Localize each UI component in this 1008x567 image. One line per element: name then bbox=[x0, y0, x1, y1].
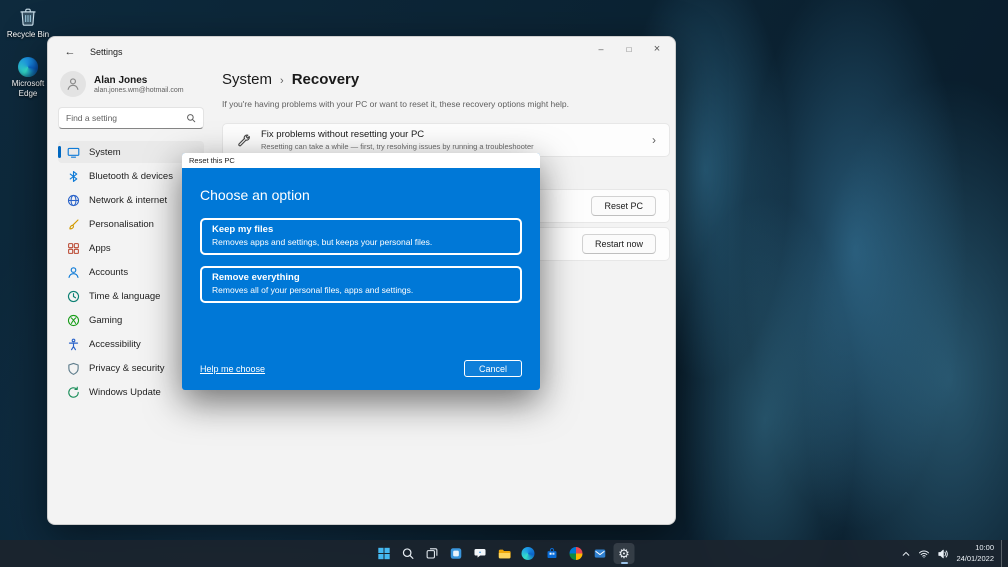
option-title: Keep my files bbox=[212, 224, 510, 236]
desktop-icon-recycle-bin[interactable]: Recycle Bin bbox=[4, 5, 52, 40]
restart-now-button[interactable]: Restart now bbox=[582, 234, 656, 254]
breadcrumb-system[interactable]: System bbox=[222, 71, 272, 88]
wifi-icon[interactable] bbox=[918, 548, 930, 560]
reset-this-pc-dialog: Reset this PC Choose an option Keep my f… bbox=[182, 153, 540, 390]
window-titlebar: Settings bbox=[48, 37, 675, 67]
sidebar-item-label: Accessibility bbox=[89, 339, 141, 350]
clock[interactable]: 10:00 24/01/2022 bbox=[956, 543, 994, 563]
account-block[interactable]: Alan Jones alan.jones.wm@hotmail.com bbox=[58, 69, 204, 107]
help-me-choose-link[interactable]: Help me choose bbox=[200, 364, 265, 374]
desktop-icon-label: Recycle Bin bbox=[7, 30, 49, 40]
user-name: Alan Jones bbox=[94, 75, 184, 86]
show-desktop-button[interactable] bbox=[1001, 540, 1004, 567]
maximize-icon[interactable] bbox=[615, 39, 643, 59]
troubleshoot-wrench-icon bbox=[236, 133, 250, 147]
desktop-icon-microsoft-edge[interactable]: Microsoft Edge bbox=[4, 57, 52, 98]
window-caption-buttons bbox=[587, 39, 671, 59]
dialog-body: Choose an option Keep my files Removes a… bbox=[182, 168, 540, 390]
edge-icon bbox=[522, 547, 535, 560]
chevron-up-icon[interactable] bbox=[901, 549, 911, 559]
dialog-footer: Help me choose Cancel bbox=[200, 360, 522, 377]
system-tray: 10:00 24/01/2022 bbox=[901, 540, 1004, 567]
taskbar: 10:00 24/01/2022 bbox=[0, 540, 1008, 567]
sidebar-item-label: Apps bbox=[89, 243, 111, 254]
display-icon bbox=[66, 145, 80, 159]
accessibility-icon bbox=[66, 337, 80, 351]
store-icon[interactable] bbox=[542, 543, 563, 564]
sidebar-item-label: Privacy & security bbox=[89, 363, 165, 374]
task-view-icon[interactable] bbox=[422, 543, 443, 564]
brush-icon bbox=[66, 217, 80, 231]
sidebar-item-label: Personalisation bbox=[89, 219, 154, 230]
sidebar-item-label: Gaming bbox=[89, 315, 122, 326]
troubleshooter-card[interactable]: Fix problems without resetting your PC R… bbox=[222, 123, 670, 157]
option-description: Removes all of your personal files, apps… bbox=[212, 285, 510, 295]
start-icon[interactable] bbox=[374, 543, 395, 564]
settings-icon[interactable] bbox=[614, 543, 635, 564]
apps-grid-icon bbox=[66, 241, 80, 255]
sidebar-item-label: Accounts bbox=[89, 267, 128, 278]
cancel-button[interactable]: Cancel bbox=[464, 360, 522, 377]
sidebar-item-label: Windows Update bbox=[89, 387, 161, 398]
search-input[interactable] bbox=[66, 113, 186, 123]
back-button[interactable] bbox=[62, 44, 78, 60]
clock-icon bbox=[66, 289, 80, 303]
mail-icon[interactable] bbox=[590, 543, 611, 564]
user-email: alan.jones.wm@hotmail.com bbox=[94, 87, 184, 94]
xbox-icon bbox=[66, 313, 80, 327]
breadcrumb: System Recovery bbox=[222, 71, 663, 88]
troubleshooter-subtitle: Resetting can take a while — first, try … bbox=[261, 142, 534, 151]
dialog-title: Reset this PC bbox=[189, 156, 235, 165]
chevron-right-icon bbox=[652, 133, 656, 147]
desktop: { "desktop": { "icons": [ { "label": "Re… bbox=[0, 0, 1008, 567]
globe-icon bbox=[66, 193, 80, 207]
minimize-icon[interactable] bbox=[587, 39, 615, 59]
chevron-right-icon bbox=[280, 75, 284, 87]
bluetooth-icon bbox=[66, 169, 80, 183]
clock-time: 10:00 bbox=[956, 543, 994, 553]
keep-my-files-option[interactable]: Keep my files Removes apps and settings,… bbox=[200, 218, 522, 255]
option-description: Removes apps and settings, but keeps you… bbox=[212, 237, 510, 247]
desktop-icon-label: Microsoft Edge bbox=[4, 79, 52, 98]
photos-icon[interactable] bbox=[566, 543, 587, 564]
troubleshooter-title: Fix problems without resetting your PC bbox=[261, 129, 534, 140]
option-title: Remove everything bbox=[212, 272, 510, 284]
window-title: Settings bbox=[90, 47, 123, 57]
close-icon[interactable] bbox=[643, 39, 671, 59]
sidebar-item-label: Time & language bbox=[89, 291, 160, 302]
sidebar-item-label: System bbox=[89, 147, 121, 158]
widgets-icon[interactable] bbox=[446, 543, 467, 564]
sidebar-item-label: Network & internet bbox=[89, 195, 167, 206]
page-intro: If you're having problems with your PC o… bbox=[222, 99, 663, 109]
chat-icon[interactable] bbox=[470, 543, 491, 564]
recycle-bin-icon bbox=[17, 5, 39, 28]
reset-pc-button[interactable]: Reset PC bbox=[591, 196, 656, 216]
dialog-titlebar: Reset this PC bbox=[182, 153, 540, 168]
file-explorer-icon[interactable] bbox=[494, 543, 515, 564]
shield-icon bbox=[66, 361, 80, 375]
photos-icon bbox=[570, 547, 583, 560]
edge-icon bbox=[18, 57, 38, 77]
remove-everything-option[interactable]: Remove everything Removes all of your pe… bbox=[200, 266, 522, 303]
taskbar-center-icons bbox=[374, 543, 635, 564]
search-icon[interactable] bbox=[398, 543, 419, 564]
person-icon bbox=[66, 265, 80, 279]
search-icon bbox=[186, 113, 196, 123]
update-icon bbox=[66, 385, 80, 399]
sidebar-item-label: Bluetooth & devices bbox=[89, 171, 173, 182]
avatar bbox=[60, 71, 86, 97]
page-title: Recovery bbox=[292, 71, 360, 88]
dialog-heading: Choose an option bbox=[200, 187, 522, 203]
clock-date: 24/01/2022 bbox=[956, 554, 994, 564]
volume-icon[interactable] bbox=[937, 548, 949, 560]
search-box[interactable] bbox=[58, 107, 204, 129]
edge-icon[interactable] bbox=[518, 543, 539, 564]
